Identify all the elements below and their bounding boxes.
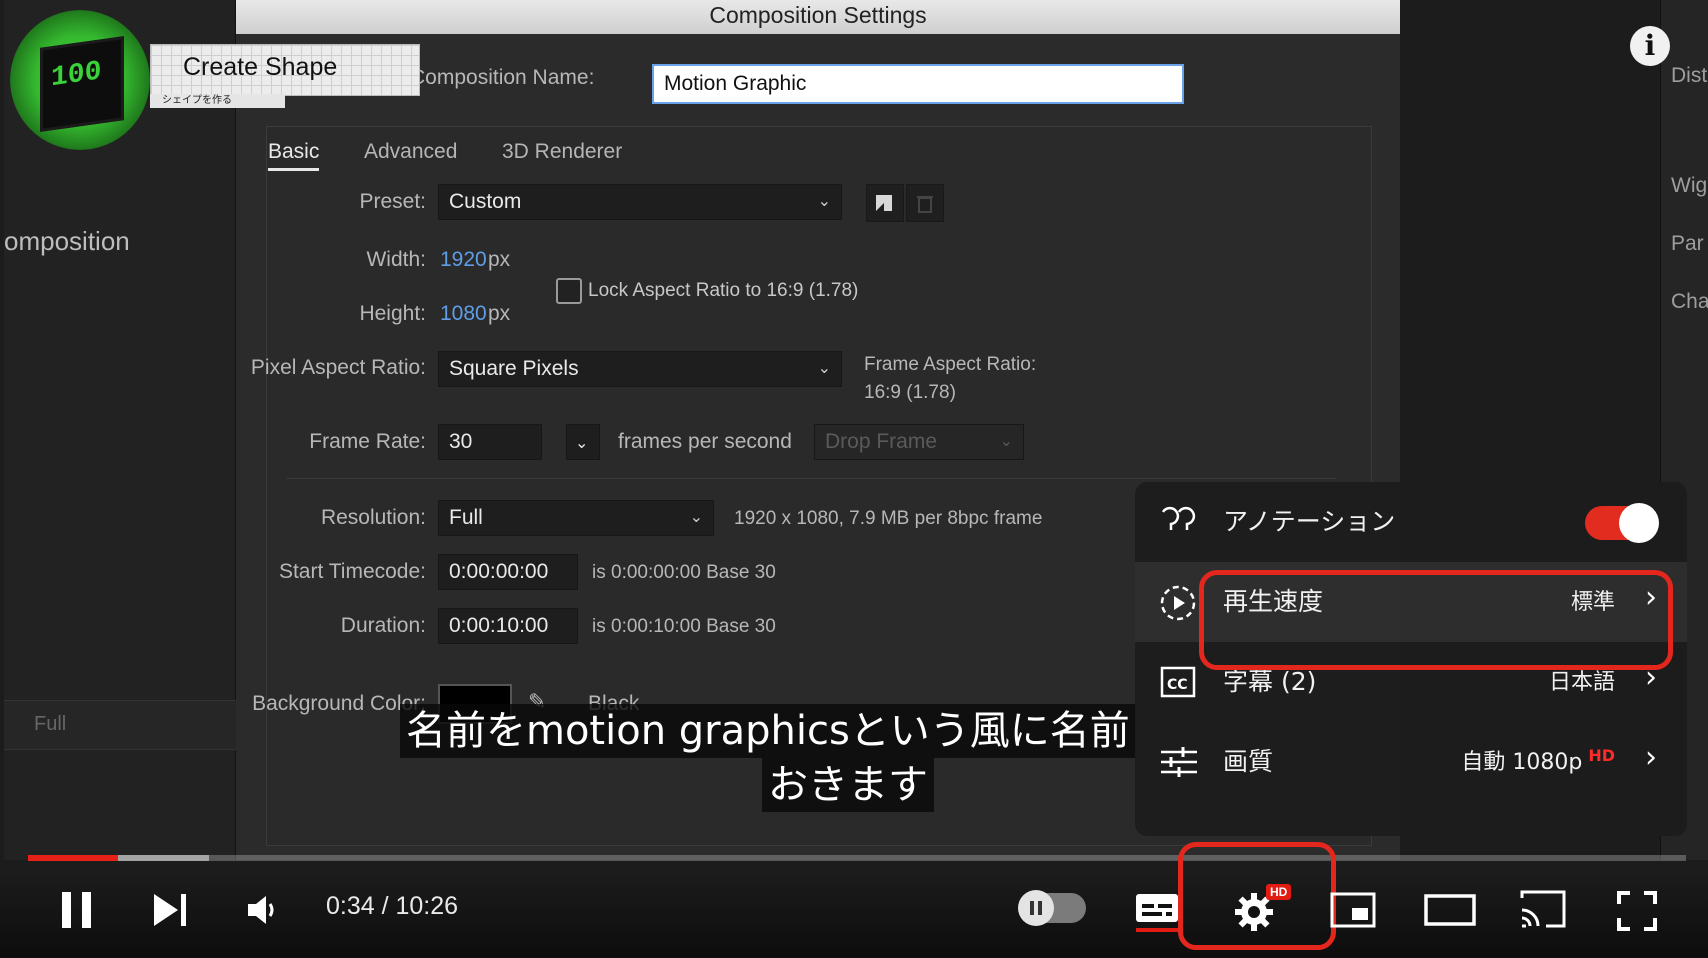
resolution-info: 1920 x 1080, 7.9 MB per 8bpc frame: [734, 508, 1043, 529]
lock-aspect-checkbox[interactable]: [556, 278, 582, 304]
frame-aspect-value: 16:9 (1.78): [864, 382, 956, 403]
save-preset-icon[interactable]: [866, 184, 904, 222]
drop-frame-dropdown[interactable]: Drop Frame ⌄: [814, 424, 1024, 460]
annotations-label: アノテーション: [1223, 507, 1396, 536]
lock-aspect-label: Lock Aspect Ratio to 16:9 (1.78): [588, 280, 859, 301]
resolution-row: Full: [4, 700, 236, 750]
menu-item-annotations[interactable]: アノテーション: [1135, 482, 1687, 562]
resolution-value: Full: [449, 506, 483, 529]
preset-dropdown[interactable]: Custom ⌄: [438, 184, 842, 220]
fullscreen-button[interactable]: [1616, 890, 1658, 936]
highlight-box-settings: [1178, 842, 1336, 950]
subtitles-active-indicator: [1136, 928, 1180, 932]
frame-rate-dropdown[interactable]: ⌄: [566, 424, 600, 460]
menu-item-quality[interactable]: 画質 自動 1080p HD ›: [1135, 722, 1687, 802]
highlight-box-playback-speed: [1199, 570, 1673, 670]
divider: [286, 478, 1336, 479]
frame-aspect-label: Frame Aspect Ratio:: [864, 354, 1037, 375]
panel-item-dist: Dist: [1671, 64, 1708, 87]
tab-advanced[interactable]: Advanced: [364, 140, 457, 164]
start-timecode-info: is 0:00:00:00 Base 30: [592, 562, 776, 583]
logo-text: 100: [51, 56, 102, 95]
video-frame[interactable]: omposition Full Composition Settings Com…: [0, 0, 1708, 958]
chevron-down-icon: ⌄: [575, 435, 589, 452]
preset-value: Custom: [449, 190, 522, 213]
volume-button[interactable]: [246, 892, 282, 932]
cube-icon: 100: [40, 36, 124, 132]
info-icon[interactable]: i: [1630, 26, 1670, 66]
next-button[interactable]: [152, 892, 192, 932]
autoplay-knob: [1018, 890, 1054, 926]
preset-label: Preset:: [359, 190, 426, 213]
chevron-down-icon: ⌄: [689, 509, 703, 526]
quality-label: 画質: [1223, 747, 1274, 776]
drop-frame-label: Drop Frame: [825, 430, 938, 453]
channel-logo: 100: [10, 10, 150, 150]
delete-preset-icon[interactable]: [906, 184, 944, 222]
annotations-toggle[interactable]: [1585, 503, 1659, 543]
start-timecode-input[interactable]: 0:00:00:00: [438, 554, 578, 590]
panel-item-wig: Wig: [1671, 174, 1708, 197]
subtitle-line-2: おきます: [762, 758, 934, 812]
tab-basic[interactable]: Basic: [268, 140, 320, 171]
duration-input[interactable]: 0:00:10:00: [438, 608, 578, 644]
height-value[interactable]: 1080: [440, 302, 487, 326]
panel-item-par: Par: [1671, 232, 1704, 255]
composition-panel-label: omposition: [4, 226, 130, 256]
frame-rate-input[interactable]: 30: [438, 424, 542, 460]
chevron-right-icon: ›: [1645, 740, 1657, 775]
cc-icon: CC: [1159, 664, 1199, 700]
chevron-down-icon: ⌄: [817, 193, 831, 210]
chevron-down-icon: ⌄: [999, 433, 1013, 450]
width-unit: px: [488, 248, 511, 271]
height-label: Height:: [359, 302, 426, 325]
autoplay-toggle[interactable]: [1018, 890, 1086, 926]
progress-played: [28, 855, 118, 861]
miniplayer-button[interactable]: [1330, 890, 1376, 934]
comp-name-label: Composition Name:: [410, 66, 595, 89]
pixel-aspect-value: Square Pixels: [449, 357, 579, 380]
svg-text:CC: CC: [1167, 677, 1188, 693]
pixel-aspect-dropdown[interactable]: Square Pixels ⌄: [438, 351, 842, 387]
start-timecode-label: Start Timecode:: [278, 560, 426, 583]
time-display: 0:34 / 10:26: [326, 892, 459, 920]
bg-color-label: Background Color:: [252, 692, 426, 715]
panel-item-cha: Cha: [1671, 290, 1708, 313]
resolution-label: Resolution:: [320, 506, 426, 529]
cast-button[interactable]: [1518, 888, 1568, 934]
full-label: Full: [34, 713, 67, 735]
width-value[interactable]: 1920: [440, 248, 487, 272]
resolution-dropdown[interactable]: Full ⌄: [438, 500, 714, 536]
pixel-aspect-label: Pixel Aspect Ratio:: [250, 356, 426, 379]
dialog-title: Composition Settings: [236, 0, 1400, 34]
playback-speed-icon: [1159, 584, 1199, 621]
subtitle-line-1: 名前をmotion graphicsという風に名前: [400, 704, 1136, 758]
progress-bar[interactable]: [28, 855, 1686, 861]
quality-value: 自動 1080p: [1461, 750, 1583, 775]
chevron-down-icon: ⌄: [817, 360, 831, 377]
frame-rate-label: Frame Rate:: [309, 430, 426, 453]
title-card: Create Shape: [150, 44, 420, 96]
quality-value-wrap: 自動 1080p HD: [1461, 744, 1615, 776]
title-card-subtitle: シェイプを作る: [150, 94, 285, 108]
height-unit: px: [488, 302, 511, 325]
fps-label: frames per second: [618, 430, 792, 453]
quote-icon: [1159, 504, 1199, 540]
duration-label: Duration:: [340, 614, 426, 637]
sliders-icon: [1159, 744, 1199, 780]
theater-mode-button[interactable]: [1424, 890, 1476, 934]
title-card-text: Create Shape: [183, 53, 338, 81]
width-label: Width:: [366, 248, 426, 271]
toggle-knob: [1619, 503, 1659, 543]
duration-info: is 0:00:10:00 Base 30: [592, 616, 776, 637]
comp-name-input[interactable]: Motion Graphic: [652, 64, 1184, 104]
pause-button[interactable]: [58, 890, 98, 934]
subtitles-button[interactable]: [1134, 890, 1180, 930]
quality-hd-badge: HD: [1588, 745, 1615, 765]
tab-3d-renderer[interactable]: 3D Renderer: [502, 140, 622, 164]
